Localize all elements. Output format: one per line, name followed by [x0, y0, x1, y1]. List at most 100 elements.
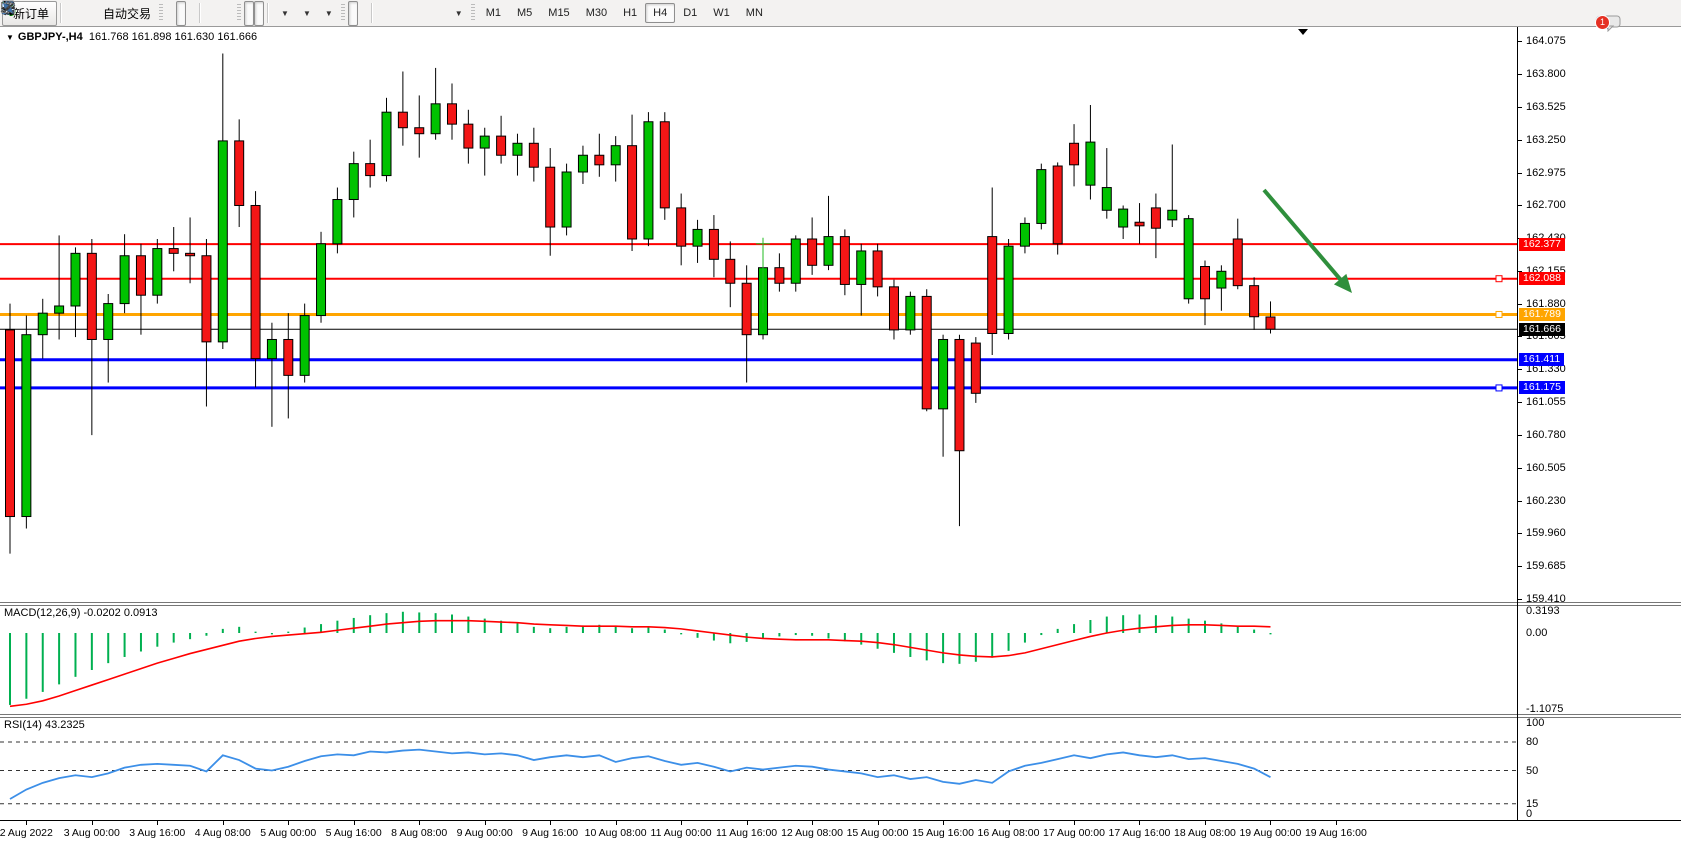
price-tick-label: 163.250 [1526, 134, 1566, 146]
time-label: 8 Aug 08:00 [391, 827, 447, 839]
price-tick-label: 160.230 [1526, 495, 1566, 507]
tf-w1[interactable]: W1 [705, 3, 738, 23]
time-tick [812, 821, 813, 825]
tf-m30[interactable]: M30 [578, 3, 615, 23]
time-tick [157, 821, 158, 825]
line-handle[interactable] [1496, 311, 1502, 317]
toolbar-group-timeframes: M1M5M15M30H1H4D1W1MN [478, 1, 771, 26]
text-button[interactable]: A [426, 1, 436, 26]
market-watch-button[interactable] [65, 1, 75, 26]
toolbar-group-pointer [348, 1, 368, 26]
rsi-chart[interactable] [0, 718, 1517, 820]
crosshair-button[interactable] [358, 1, 368, 26]
fibo-button[interactable]: F [416, 1, 426, 26]
toolbar-group-insert: ▼▼▼ [272, 1, 338, 26]
trendline-button[interactable] [396, 1, 406, 26]
rsi-panel[interactable] [0, 718, 1517, 820]
time-tick [681, 821, 682, 825]
time-tick [1270, 821, 1271, 825]
toolbar-drag-handle[interactable] [159, 4, 163, 22]
candlestick-series[interactable] [6, 54, 1275, 554]
toolbar-right: 1 [1593, 0, 1603, 27]
macd-tick-label: 0.3193 [1526, 605, 1560, 617]
price-axis[interactable]: 164.075 163.800 163.525 163.250 162.975 … [1518, 27, 1681, 820]
time-label: 3 Aug 00:00 [64, 827, 120, 839]
line-handle[interactable] [1496, 385, 1502, 391]
price-tick-label: 163.525 [1526, 101, 1566, 113]
tf-h4[interactable]: H4 [645, 3, 675, 23]
hline-button[interactable] [386, 1, 396, 26]
rsi-label: RSI(14) 43.2325 [4, 719, 85, 731]
cursor-button[interactable] [348, 1, 358, 26]
toolbar-drag-handle[interactable] [341, 4, 345, 22]
time-label: 4 Aug 08:00 [195, 827, 251, 839]
toolbar-drag-handle[interactable] [237, 4, 241, 22]
macd-panel[interactable] [0, 606, 1517, 714]
tf-m15[interactable]: M15 [540, 3, 577, 23]
price-label-162.088: 162.088 [1519, 272, 1565, 285]
tf-h1[interactable]: H1 [615, 3, 645, 23]
toolbar-drag-handle[interactable] [471, 4, 475, 22]
signal-button[interactable] [85, 1, 95, 26]
tf-mn[interactable]: MN [738, 3, 771, 23]
price-tick-label: 160.505 [1526, 462, 1566, 474]
axis-tick [1518, 107, 1522, 108]
candle-chart-button[interactable] [176, 1, 186, 26]
price-tick-label: 161.055 [1526, 396, 1566, 408]
price-tick-label: 160.780 [1526, 429, 1566, 441]
mt4-window: 新订单自动交易▼▼▼EFAT▼M1M5M15M30H1H4D1W1MN1 ▼GB… [0, 0, 1681, 843]
macd-signal-line [10, 621, 1270, 707]
time-axis[interactable]: 2 Aug 2022 3 Aug 00:00 3 Aug 16:00 4 Aug… [0, 820, 1681, 843]
bar-chart-button[interactable] [166, 1, 176, 26]
time-label: 12 Aug 08:00 [781, 827, 843, 839]
time-label: 15 Aug 16:00 [912, 827, 974, 839]
time-label: 19 Aug 00:00 [1239, 827, 1301, 839]
collapse-icon[interactable]: ▼ [6, 33, 14, 42]
price-label-162.377: 162.377 [1519, 238, 1565, 251]
periods-button[interactable]: ▼ [294, 1, 316, 26]
ohlc-readout: 161.768 161.898 161.630 161.666 [89, 31, 257, 43]
templates-button[interactable]: ▼ [316, 1, 338, 26]
down-arrow-object[interactable] [1264, 190, 1352, 293]
tf-m1[interactable]: M1 [478, 3, 509, 23]
time-tick [1074, 821, 1075, 825]
price-tick-label: 162.700 [1526, 199, 1566, 211]
axis-tick [1518, 369, 1522, 370]
time-label: 3 Aug 16:00 [129, 827, 185, 839]
price-chart[interactable] [0, 27, 1517, 602]
zoom-out-button[interactable] [214, 1, 224, 26]
price-tick-label: 159.960 [1526, 527, 1566, 539]
line-handle[interactable] [1496, 276, 1502, 282]
main-chart-panel[interactable] [0, 27, 1517, 602]
time-label: 19 Aug 16:00 [1305, 827, 1367, 839]
toolbar-separator [267, 3, 269, 23]
chart-shift-button[interactable] [254, 1, 264, 26]
price-label-161.789: 161.789 [1519, 308, 1565, 321]
time-label: 16 Aug 08:00 [978, 827, 1040, 839]
time-tick [878, 821, 879, 825]
tf-d1[interactable]: D1 [675, 3, 705, 23]
channel-button[interactable]: E [406, 1, 416, 26]
vline-button[interactable] [376, 1, 386, 26]
tile-windows-button[interactable] [224, 1, 234, 26]
navigator-button[interactable] [75, 1, 85, 26]
zoom-in-button[interactable] [204, 1, 214, 26]
new-order-button-label: 新订单 [13, 5, 49, 22]
tf-m5[interactable]: M5 [509, 3, 540, 23]
shift-marker-icon[interactable] [1298, 29, 1308, 35]
time-tick [616, 821, 617, 825]
time-label: 17 Aug 16:00 [1109, 827, 1171, 839]
macd-chart[interactable] [0, 606, 1517, 714]
axis-tick [1518, 336, 1522, 337]
auto-trade-button[interactable]: 自动交易 [95, 1, 156, 26]
price-label-161.175: 161.175 [1519, 381, 1565, 394]
axis-tick [1518, 74, 1522, 75]
price-tick-label: 163.800 [1526, 68, 1566, 80]
line-chart-button[interactable] [186, 1, 196, 26]
time-label: 10 Aug 08:00 [585, 827, 647, 839]
label-button[interactable]: T [436, 1, 446, 26]
arrows-button[interactable]: ▼ [446, 1, 468, 26]
indicators-button[interactable]: ▼ [272, 1, 294, 26]
axis-tick [1518, 173, 1522, 174]
auto-scroll-button[interactable] [244, 1, 254, 26]
